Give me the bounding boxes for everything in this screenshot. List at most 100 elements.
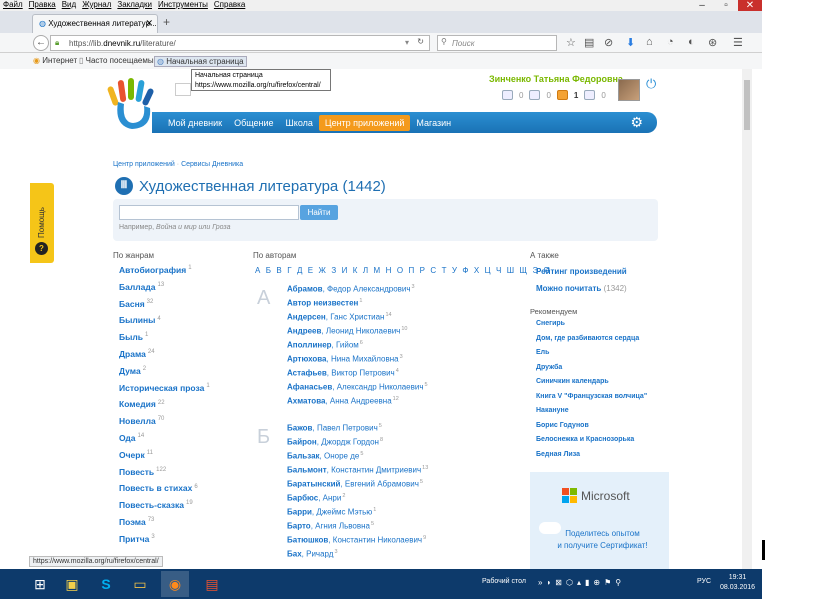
genre-name[interactable]: Драма xyxy=(119,349,146,359)
genre-item[interactable]: Новелла 70 xyxy=(119,416,210,433)
recommend-item[interactable]: Бедная Лиза xyxy=(536,451,647,466)
genre-item[interactable]: Ода 14 xyxy=(119,433,210,450)
author-last-name[interactable]: Афанасьев xyxy=(287,383,332,392)
genre-name[interactable]: Былины xyxy=(119,315,155,325)
home-icon[interactable]: ⌂ xyxy=(646,36,653,48)
author-last-name[interactable]: Артюхова xyxy=(287,355,327,364)
language-indicator[interactable]: РУС xyxy=(697,578,711,585)
genre-item[interactable]: Поэма 73 xyxy=(119,517,210,534)
author-item[interactable]: Абрамов, Федор Александрович3 xyxy=(287,284,428,298)
author-last-name[interactable]: Бальзак xyxy=(287,452,320,461)
author-last-name[interactable]: Баратынский xyxy=(287,480,340,489)
explorer-folder-icon[interactable]: ▭ xyxy=(126,571,154,597)
genre-name[interactable]: Историческая проза xyxy=(119,383,204,393)
author-last-name[interactable]: Андреев xyxy=(287,327,321,336)
nav-communication[interactable]: Общение xyxy=(228,115,279,131)
user-name[interactable]: Зинченко Татьяна Федоровна xyxy=(489,74,623,84)
genre-name[interactable]: Новелла xyxy=(119,416,156,426)
breadcrumb-app-center[interactable]: Центр приложений xyxy=(113,161,175,168)
genre-item[interactable]: Басня 32 xyxy=(119,299,210,316)
genre-name[interactable]: Очерк xyxy=(119,450,145,460)
menu-edit[interactable]: Правка xyxy=(29,0,56,9)
author-last-name[interactable]: Автор неизвестен xyxy=(287,299,358,308)
url-bar[interactable]: 🔒︎ https://lib.dnevnik.ru/literature/ ▾ ↻ xyxy=(50,35,430,51)
author-first-name[interactable]: Александр Николаевич xyxy=(337,383,424,392)
author-first-name[interactable]: Павел Петрович xyxy=(317,424,378,433)
nav-store[interactable]: Магазин xyxy=(410,115,457,131)
nav-school[interactable]: Школа xyxy=(280,115,319,131)
author-first-name[interactable]: Анри xyxy=(323,494,342,503)
genre-item[interactable]: Былины 4 xyxy=(119,315,210,332)
nav-my-diary[interactable]: Мой дневник xyxy=(162,115,228,131)
desktop-label[interactable]: Рабочий стол xyxy=(482,578,526,585)
gifts-icon[interactable] xyxy=(584,90,596,100)
new-tab-icon[interactable]: + xyxy=(163,15,170,29)
genre-name[interactable]: Ода xyxy=(119,433,136,443)
author-last-name[interactable]: Андерсен xyxy=(287,313,326,322)
presentation-icon[interactable]: ▤ xyxy=(198,571,226,597)
alphabet-index[interactable]: А Б В Г Д Е Ж З И К Л М Н О П Р С Т У Ф … xyxy=(255,266,551,275)
genre-item[interactable]: Историческая проза 1 xyxy=(119,383,210,400)
author-last-name[interactable]: Абрамов xyxy=(287,285,323,294)
genre-item[interactable]: Комедия 22 xyxy=(119,399,210,416)
menu-help[interactable]: Справка xyxy=(214,0,245,9)
menu-view[interactable]: Вид xyxy=(62,0,76,9)
author-first-name[interactable]: Оноре де xyxy=(324,452,359,461)
genre-item[interactable]: Притча 3 xyxy=(119,534,210,551)
reload-icon[interactable]: ↻ xyxy=(417,37,424,46)
skype-icon[interactable]: S xyxy=(92,571,120,597)
author-first-name[interactable]: Джеймс Мэтью xyxy=(316,508,372,517)
scrollbar[interactable] xyxy=(742,69,752,569)
genre-item[interactable]: Драма 24 xyxy=(119,349,210,366)
author-first-name[interactable]: Ганс Христиан xyxy=(330,313,384,322)
author-item[interactable]: Автор неизвестен1 xyxy=(287,298,428,312)
recommend-item[interactable]: Наканунe xyxy=(536,407,647,422)
genre-item[interactable]: Быль 1 xyxy=(119,332,210,349)
site-search-input[interactable] xyxy=(175,83,191,96)
bookmark-start-page[interactable]: ◍ Начальная страница xyxy=(154,56,247,67)
logout-power-icon[interactable]: ⏻ xyxy=(646,76,656,92)
author-item[interactable]: Ахматова, Анна Андреевна12 xyxy=(287,396,428,410)
menu-history[interactable]: Журнал xyxy=(82,0,111,9)
author-item[interactable]: Артюхова, Нина Михайловна3 xyxy=(287,354,428,368)
author-first-name[interactable]: Виктор Петрович xyxy=(331,369,394,378)
author-item[interactable]: Батюшков, Константин Николаевич9 xyxy=(287,535,428,549)
clock[interactable]: 19:31 08.03.2016 xyxy=(720,573,755,593)
genre-item[interactable]: Дума 2 xyxy=(119,366,210,383)
author-last-name[interactable]: Бальмонт xyxy=(287,466,327,475)
read-link[interactable]: Можно почитать (1342) xyxy=(536,284,627,293)
menu-tools[interactable]: Инструменты xyxy=(158,0,208,9)
dropdown-icon[interactable]: ▾ xyxy=(405,38,409,47)
genre-item[interactable]: Повесть в стихах 6 xyxy=(119,483,210,500)
back-icon[interactable]: ← xyxy=(33,35,49,51)
addon-icon[interactable]: ⊛ xyxy=(708,36,717,49)
nav-app-center[interactable]: Центр приложений xyxy=(318,114,411,131)
author-last-name[interactable]: Барри xyxy=(287,508,312,517)
rating-link[interactable]: Рейтинг произведений xyxy=(536,267,627,276)
messages-icon[interactable] xyxy=(502,90,513,100)
author-item[interactable]: Байрон, Джордж Гордон8 xyxy=(287,437,428,451)
author-item[interactable]: Барри, Джеймс Мэтью1 xyxy=(287,507,428,521)
author-first-name[interactable]: Агния Львовна xyxy=(315,522,370,531)
genre-item[interactable]: Повесть-сказка 19 xyxy=(119,500,210,517)
genre-item[interactable]: Повесть 122 xyxy=(119,467,210,484)
genre-name[interactable]: Быль xyxy=(119,332,143,342)
find-button[interactable]: Найти xyxy=(300,205,338,220)
genre-name[interactable]: Дума xyxy=(119,366,141,376)
author-first-name[interactable]: Евгений Абрамович xyxy=(345,480,419,489)
author-last-name[interactable]: Аполлинер xyxy=(287,341,332,350)
genre-item[interactable]: Очерк 11 xyxy=(119,450,210,467)
genre-name[interactable]: Повесть xyxy=(119,467,154,477)
genre-name[interactable]: Автобиография xyxy=(119,265,186,275)
author-first-name[interactable]: Федор Александрович xyxy=(327,285,411,294)
breadcrumb-services[interactable]: Сервисы Дневника xyxy=(181,161,243,168)
recommend-item[interactable]: Книга V "Французская волчица" xyxy=(536,393,647,408)
author-item[interactable]: Афанасьев, Александр Николаевич5 xyxy=(287,382,428,396)
bookmark-star-icon[interactable]: ☆ xyxy=(566,36,576,49)
recommend-item[interactable]: Синичкин календарь xyxy=(536,378,647,393)
author-item[interactable]: Аполлинер, Гийом6 xyxy=(287,340,428,354)
author-item[interactable]: Бальзак, Оноре де5 xyxy=(287,451,428,465)
genre-name[interactable]: Баллада xyxy=(119,282,156,292)
author-item[interactable]: Андреев, Леонид Николаевич10 xyxy=(287,326,428,340)
author-first-name[interactable]: Ричард xyxy=(306,550,333,559)
